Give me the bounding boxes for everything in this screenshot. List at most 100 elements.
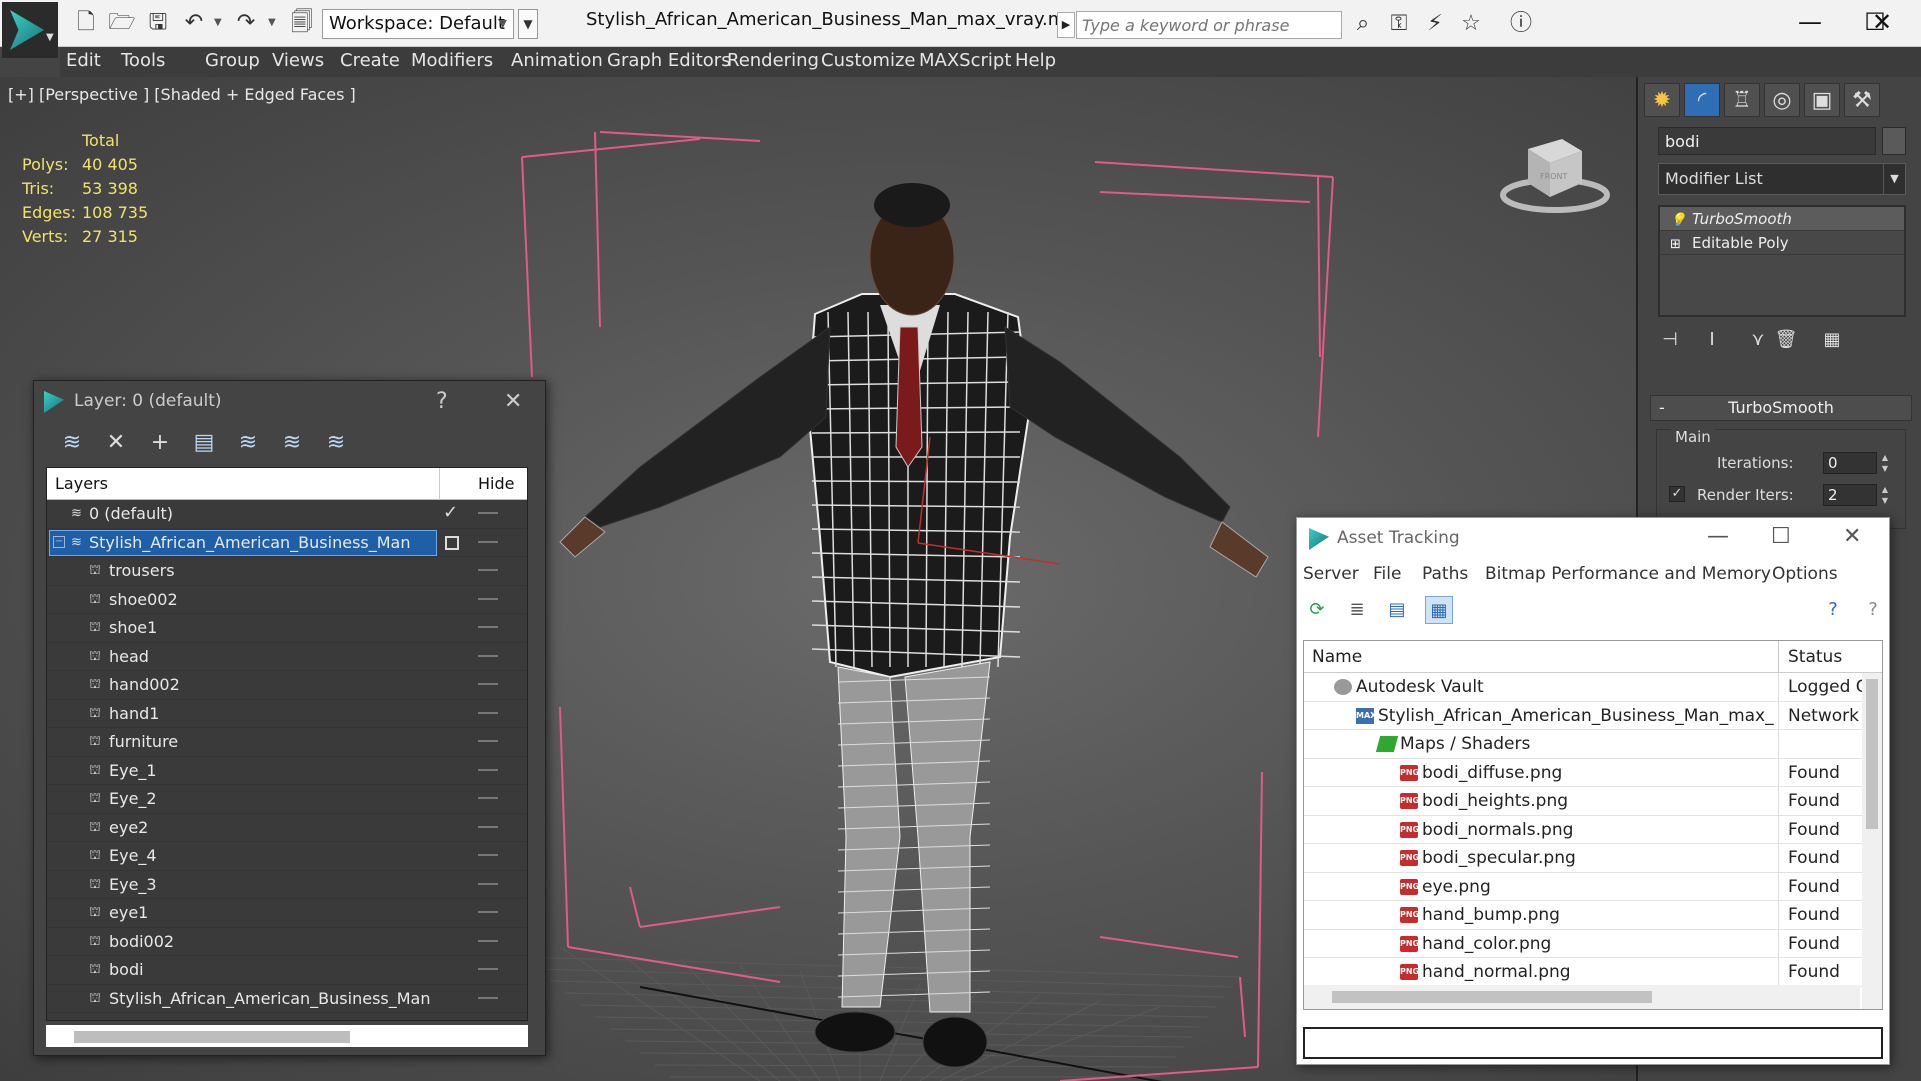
- project-folder-icon[interactable]: 🗐: [288, 11, 316, 37]
- minimize-icon[interactable]: —: [1707, 524, 1729, 549]
- help-icon[interactable]: ⓘ: [1506, 11, 1536, 39]
- new-file-icon[interactable]: 🗋: [72, 11, 100, 37]
- workspace-menu-button[interactable]: ▼: [518, 9, 538, 39]
- set-current-layer-icon[interactable]: ≋: [322, 429, 350, 457]
- hide-toggle[interactable]: [478, 797, 498, 799]
- hide-toggle[interactable]: [478, 683, 498, 685]
- stack-item-editable-poly[interactable]: ⊞ Editable Poly: [1660, 231, 1904, 255]
- hide-toggle[interactable]: [478, 939, 498, 942]
- close-icon[interactable]: ✕: [1843, 524, 1861, 549]
- object-color-swatch[interactable]: [1882, 127, 1906, 155]
- layer-row[interactable]: ⛫ eye1: [47, 899, 527, 928]
- search-input[interactable]: [1076, 11, 1342, 39]
- workspace-select[interactable]: Workspace: Default ▼: [322, 9, 514, 39]
- menu-create[interactable]: Create: [340, 50, 400, 71]
- undo-icon[interactable]: ↶: [180, 11, 208, 37]
- undo-dropdown-icon[interactable]: ▼: [214, 17, 222, 28]
- layer-row[interactable]: ⛫ shoe1: [47, 614, 527, 643]
- asset-row[interactable]: PNG bodi_specular.png Found: [1304, 844, 1882, 873]
- layer-row[interactable]: ⛫ Eye_2: [47, 785, 527, 814]
- delete-layer-icon[interactable]: ✕: [102, 429, 130, 457]
- save-icon[interactable]: 🖫: [144, 11, 172, 37]
- favorites-star-icon[interactable]: ☆: [1456, 11, 1486, 39]
- hide-toggle[interactable]: [478, 854, 498, 856]
- hide-toggle[interactable]: [478, 768, 498, 771]
- layer-row[interactable]: ⛫ Eye_1: [47, 757, 527, 785]
- modify-tab-icon[interactable]: ◜: [1684, 83, 1720, 117]
- layer-row[interactable]: ⛫ hand002: [47, 671, 527, 700]
- scrollbar-thumb[interactable]: [1332, 991, 1652, 1003]
- utilities-tab-icon[interactable]: ⚒: [1844, 83, 1880, 117]
- list-view-icon[interactable]: ≣: [1343, 596, 1371, 624]
- motion-tab-icon[interactable]: ◎: [1764, 83, 1800, 117]
- make-unique-icon[interactable]: ⋎: [1744, 329, 1772, 355]
- modifier-list-dropdown[interactable]: Modifier List ▼: [1658, 163, 1906, 195]
- render-iters-checkbox[interactable]: ✓: [1669, 486, 1685, 502]
- binoculars-icon[interactable]: ⌕: [1348, 11, 1378, 39]
- layer-row[interactable]: ⛫ bodi: [47, 956, 527, 985]
- hide-toggle[interactable]: [478, 825, 498, 828]
- horizontal-scrollbar[interactable]: [46, 1025, 528, 1047]
- hide-toggle[interactable]: [478, 626, 498, 628]
- asset-row[interactable]: PNG hand_bump.png Found: [1304, 901, 1882, 930]
- redo-dropdown-icon[interactable]: ▼: [268, 17, 276, 28]
- layer-settings-icon[interactable]: ≋: [58, 429, 86, 457]
- hide-toggle[interactable]: [478, 968, 498, 970]
- hide-toggle[interactable]: [478, 711, 498, 714]
- highlight-layer-icon[interactable]: ≋: [278, 429, 306, 457]
- asset-row[interactable]: PNG eye.png Found: [1304, 872, 1882, 901]
- hide-toggle[interactable]: [478, 512, 498, 514]
- layer-row[interactable]: ⛫ hand1: [47, 700, 527, 728]
- layer-row[interactable]: ⛫ bodi002: [47, 928, 527, 956]
- hide-toggle[interactable]: [478, 911, 498, 913]
- pin-stack-icon[interactable]: ⊣: [1656, 329, 1684, 355]
- asset-path-field[interactable]: [1303, 1027, 1883, 1059]
- scrollbar-thumb[interactable]: [1866, 679, 1878, 829]
- scrollbar-thumb[interactable]: [74, 1031, 350, 1043]
- layer-row[interactable]: ⛫ Stylish_African_American_Business_Man: [47, 985, 527, 1013]
- iterations-spinner[interactable]: [1823, 452, 1877, 474]
- asset-row[interactable]: PNG bodi_heights.png Found: [1304, 787, 1882, 816]
- display-tab-icon[interactable]: ▣: [1804, 83, 1840, 117]
- current-layer-check-icon[interactable]: ✓: [443, 502, 458, 523]
- table-view-icon[interactable]: ▦: [1425, 596, 1453, 624]
- layer-row[interactable]: ⛫ head: [47, 643, 527, 671]
- menu-modifiers[interactable]: Modifiers: [411, 50, 493, 71]
- menu-edit[interactable]: Edit: [66, 50, 101, 71]
- asset-menu-options[interactable]: Options: [1772, 564, 1838, 584]
- create-tab-icon[interactable]: ✹: [1644, 83, 1680, 117]
- menu-animation[interactable]: Animation: [511, 50, 603, 71]
- asset-menu-server[interactable]: Server: [1303, 564, 1359, 584]
- redo-icon[interactable]: ↷: [232, 11, 260, 37]
- open-file-icon[interactable]: 🗁: [108, 11, 136, 37]
- menu-group[interactable]: Group: [205, 50, 260, 71]
- layer-row[interactable]: ⛫ Eye_3: [47, 871, 527, 899]
- maximize-icon[interactable]: ☐: [1771, 524, 1791, 549]
- stack-item-turbosmooth[interactable]: 💡 TurboSmooth: [1660, 207, 1904, 231]
- hide-toggle[interactable]: [478, 740, 498, 742]
- refresh-icon[interactable]: ⟳: [1303, 596, 1331, 624]
- hide-toggle[interactable]: [478, 882, 498, 885]
- column-header-layers[interactable]: Layers: [55, 474, 108, 493]
- communication-icon[interactable]: ⚡: [1420, 11, 1450, 39]
- viewcube[interactable]: FRONT: [1500, 127, 1610, 217]
- select-objects-icon[interactable]: ≋: [234, 429, 262, 457]
- asset-menu-paths[interactable]: Paths: [1422, 564, 1468, 584]
- asset-menu-file[interactable]: File: [1373, 564, 1401, 584]
- rollout-header[interactable]: - TurboSmooth: [1650, 395, 1912, 421]
- help-button[interactable]: ?: [436, 389, 448, 414]
- spinner-arrows-icon[interactable]: ▲ ▼: [1879, 452, 1891, 474]
- menu-help[interactable]: Help: [1015, 50, 1056, 71]
- asset-menu-bitmap-performance-and-memory[interactable]: Bitmap Performance and Memory: [1485, 564, 1771, 584]
- hierarchy-tab-icon[interactable]: ♖: [1724, 83, 1760, 117]
- column-header-status[interactable]: Status: [1788, 647, 1842, 667]
- create-layer-icon[interactable]: +: [146, 429, 174, 457]
- asset-row[interactable]: Maps / Shaders: [1304, 730, 1882, 759]
- help-icon[interactable]: ?: [1819, 596, 1847, 624]
- layer-row[interactable]: ⛫ Eye_4: [47, 842, 527, 871]
- hide-toggle[interactable]: [478, 540, 498, 543]
- menu-customize[interactable]: Customize: [821, 50, 915, 71]
- close-window-button[interactable]: ✕: [1852, 4, 1912, 40]
- layer-dialog-titlebar[interactable]: Layer: 0 (default) ? ✕: [34, 381, 545, 423]
- vertical-scrollbar[interactable]: [1862, 673, 1882, 1009]
